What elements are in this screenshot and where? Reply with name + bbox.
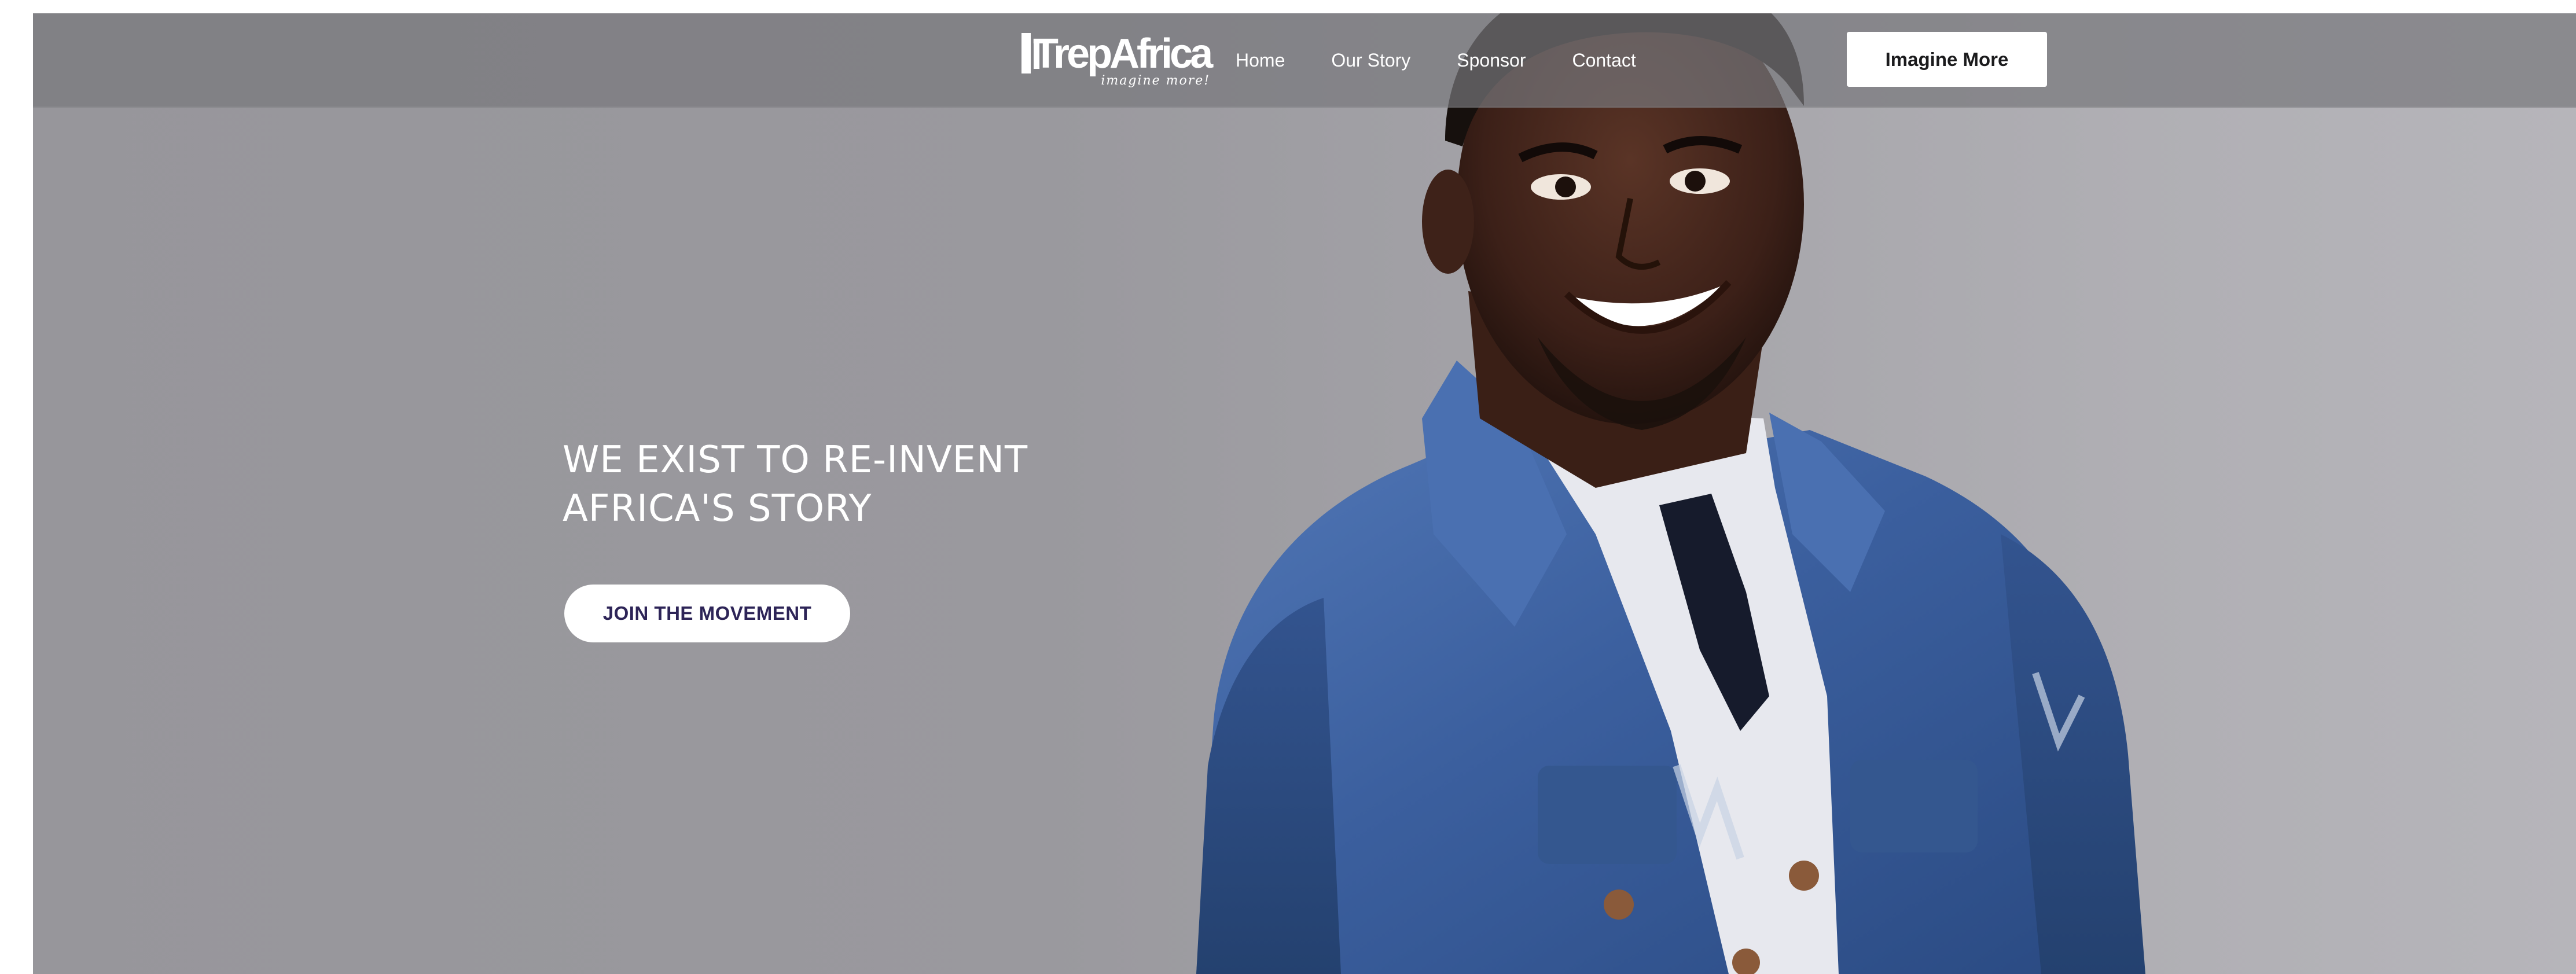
hero-image [33,13,2576,974]
imagine-more-button[interactable]: Imagine More [1847,32,2047,87]
hero-headline-line-2: AFRICA'S STORY [563,487,872,530]
hero-photo-illustration [1196,13,2145,974]
hero-headline-line-1: WE EXIST TO RE-INVENT [563,439,1028,482]
logo-icon [1021,33,1039,73]
main-nav: Home Our Story Sponsor Contact [1236,13,1682,108]
page: TrepAfrica imagine more! Home Our Story … [0,0,2576,974]
join-the-movement-button[interactable]: JOIN THE MOVEMENT [564,585,850,642]
nav-contact[interactable]: Contact [1572,50,1636,71]
hero-section: TrepAfrica imagine more! Home Our Story … [33,13,2576,974]
logo-wordmark: TrepAfrica [1033,31,1213,77]
hero-headline: WE EXIST TO RE-INVENT AFRICA'S STORY [563,436,1199,533]
logo-tagline: imagine more! [1101,73,1211,88]
site-header: TrepAfrica imagine more! Home Our Story … [33,13,2576,108]
nav-home[interactable]: Home [1236,50,1285,71]
nav-sponsor[interactable]: Sponsor [1457,50,1526,71]
site-logo[interactable]: TrepAfrica imagine more! [1021,30,1213,94]
logo-text: TrepAfrica imagine more! [1033,30,1213,88]
nav-our-story[interactable]: Our Story [1331,50,1410,71]
